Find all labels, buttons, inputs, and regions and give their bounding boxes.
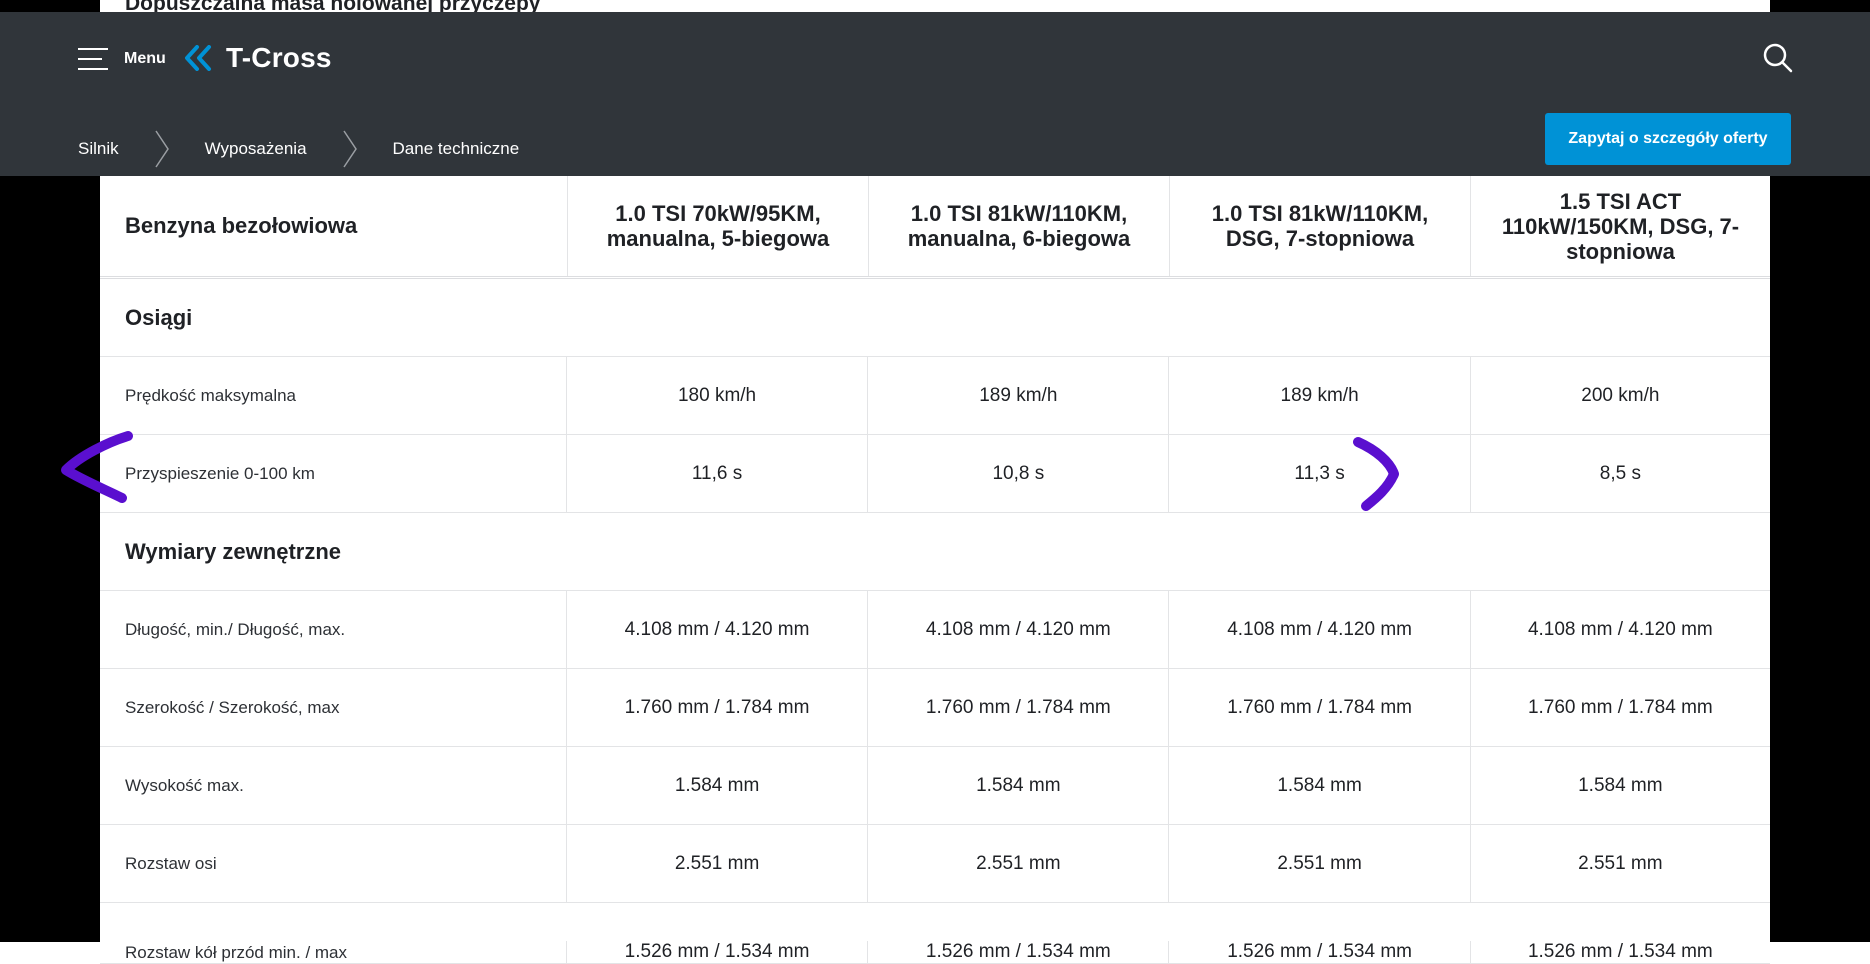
fuel-type-label: Benzyna bezołowiowa	[125, 213, 358, 238]
column-header-1: 1.0 TSI 70kW/95KM, manualna, 5-biegowa	[567, 176, 868, 276]
breadcrumb-chevron-icon	[325, 128, 375, 170]
breadcrumb-chevron-icon	[137, 128, 187, 170]
row-value: 1.584 mm	[565, 747, 867, 824]
table-row: Prędkość maksymalna 180 km/h 189 km/h 18…	[100, 357, 1770, 435]
row-value: 1.526 mm / 1.534 mm	[565, 941, 867, 963]
row-label: Rozstaw kół przód min. / max	[125, 943, 348, 962]
row-value: 1.760 mm / 1.784 mm	[565, 669, 867, 746]
column-header-3: 1.0 TSI 81kW/110KM, DSG, 7-stopniowa	[1169, 176, 1470, 276]
section-dimensions: Wymiary zewnętrzne	[100, 513, 1770, 591]
row-value: 1.760 mm / 1.784 mm	[1469, 669, 1770, 746]
row-label: Długość, min./ Długość, max.	[125, 619, 346, 639]
menu-label: Menu	[124, 50, 166, 67]
section-title: Osiągi	[125, 304, 193, 330]
row-value: 4.108 mm / 4.120 mm	[565, 591, 867, 668]
request-offer-button[interactable]: Zapytaj o szczegóły oferty	[1545, 113, 1791, 165]
column-header-4: 1.5 TSI ACT 110kW/150KM, DSG, 7- stopniowa	[1470, 176, 1770, 276]
row-value: 8,5 s	[1469, 435, 1770, 512]
row-value: 1.526 mm / 1.534 mm	[1168, 941, 1469, 963]
breadcrumb-item-silnik[interactable]: Silnik	[78, 139, 119, 159]
row-label: Przyspieszenie 0-100 km	[125, 463, 315, 483]
table-row: Wysokość max. 1.584 mm 1.584 mm 1.584 mm…	[100, 747, 1770, 825]
section-title: Wymiary zewnętrzne	[125, 538, 342, 564]
row-value: 1.760 mm / 1.784 mm	[867, 669, 1168, 746]
row-label: Szerokość / Szerokość, max	[125, 697, 340, 717]
column-header-2: 1.0 TSI 81kW/110KM, manualna, 6-biegowa	[868, 176, 1169, 276]
row-value: 2.551 mm	[867, 825, 1168, 902]
brand-link[interactable]: T-Cross	[184, 34, 332, 82]
spec-table: Benzyna bezołowiowa 1.0 TSI 70kW/95KM, ma…	[100, 176, 1770, 964]
row-value: 189 km/h	[867, 357, 1168, 434]
site-header: Menu T-Cross Silnik Wyposażenia Dane tec…	[0, 12, 1870, 176]
row-value: 2.551 mm	[1469, 825, 1770, 902]
row-value: 200 km/h	[1469, 357, 1770, 434]
menu-button[interactable]: Menu	[78, 36, 166, 82]
annotation-left-chevron-mark	[61, 431, 133, 503]
menu-icon	[78, 48, 108, 70]
annotation-right-chevron-mark	[1353, 437, 1399, 511]
row-value: 180 km/h	[565, 357, 867, 434]
row-value: 11,3 s	[1168, 435, 1469, 512]
breadcrumb: Silnik Wyposażenia Dane techniczne	[78, 124, 519, 174]
row-value: 4.108 mm / 4.120 mm	[1469, 591, 1770, 668]
breadcrumb-item-wyposazenia[interactable]: Wyposażenia	[205, 139, 307, 159]
table-row: Rozstaw osi 2.551 mm 2.551 mm 2.551 mm 2…	[100, 825, 1770, 903]
row-label: Prędkość maksymalna	[125, 385, 297, 405]
row-value: 2.551 mm	[565, 825, 867, 902]
row-value: 10,8 s	[867, 435, 1168, 512]
row-value: 189 km/h	[1168, 357, 1469, 434]
row-value: 1.526 mm / 1.534 mm	[1469, 941, 1770, 963]
search-icon[interactable]	[1762, 42, 1794, 74]
section-performance: Osiągi	[100, 279, 1770, 357]
row-value: 4.108 mm / 4.120 mm	[1168, 591, 1469, 668]
table-row: Rozstaw kół przód min. / max 1.526 mm / …	[100, 903, 1770, 964]
row-value: 1.584 mm	[1168, 747, 1469, 824]
row-value: 4.108 mm / 4.120 mm	[867, 591, 1168, 668]
row-value: 1.760 mm / 1.784 mm	[1168, 669, 1469, 746]
table-row: Długość, min./ Długość, max. 4.108 mm / …	[100, 591, 1770, 669]
model-title: T-Cross	[226, 42, 332, 73]
row-value: 11,6 s	[565, 435, 867, 512]
table-row: Szerokość / Szerokość, max 1.760 mm / 1.…	[100, 669, 1770, 747]
chevron-left-double-icon	[185, 45, 211, 71]
row-value: 1.526 mm / 1.534 mm	[867, 941, 1168, 963]
row-value: 1.584 mm	[1469, 747, 1770, 824]
row-label: Wysokość max.	[125, 775, 244, 795]
table-row: Przyspieszenie 0-100 km 11,6 s 10,8 s 11…	[100, 435, 1770, 513]
table-header-row: Benzyna bezołowiowa 1.0 TSI 70kW/95KM, ma…	[100, 176, 1770, 279]
breadcrumb-item-dane-techniczne[interactable]: Dane techniczne	[393, 139, 520, 159]
row-value: 2.551 mm	[1168, 825, 1469, 902]
row-value: 1.584 mm	[867, 747, 1168, 824]
row-label: Rozstaw osi	[125, 853, 217, 873]
